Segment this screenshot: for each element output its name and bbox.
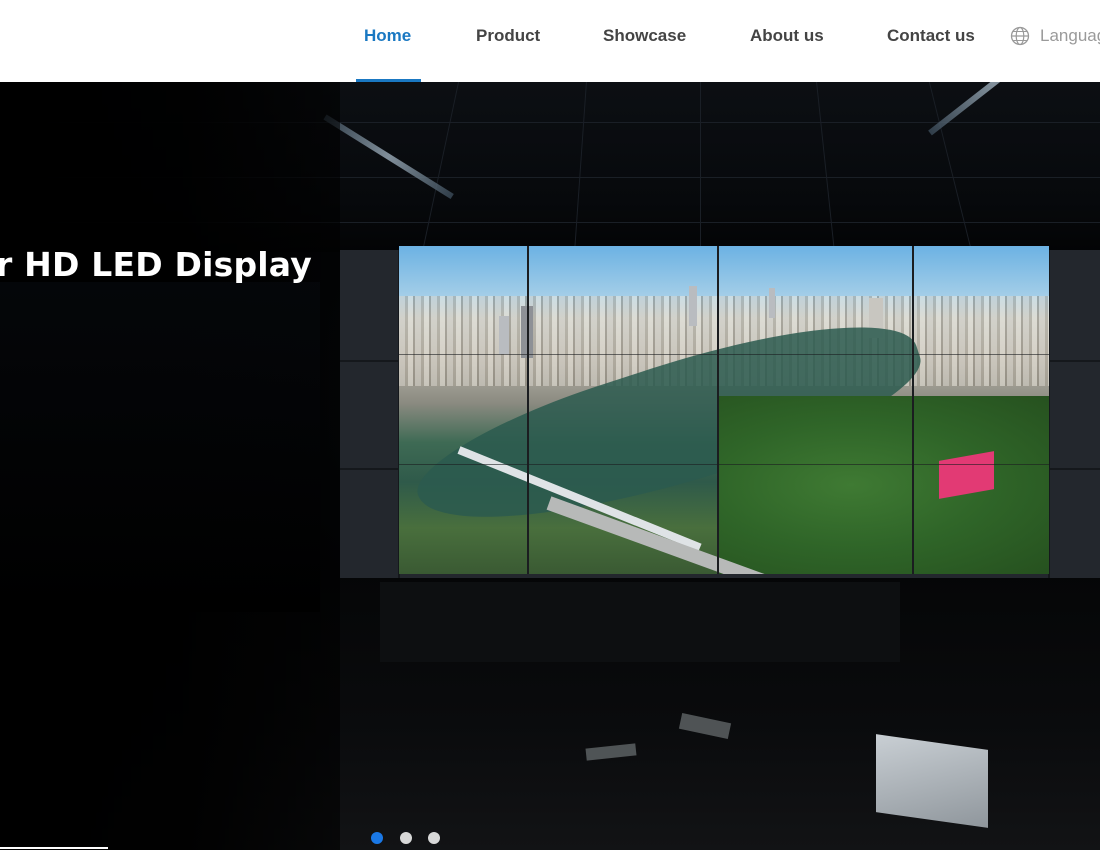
nav-contact-us[interactable]: Contact us (887, 0, 975, 82)
carousel-dot-3[interactable] (428, 832, 440, 844)
carousel-dot-1[interactable] (371, 832, 383, 844)
carousel-dot-2[interactable] (400, 832, 412, 844)
nav-product[interactable]: Product (476, 0, 540, 82)
hero-box (876, 734, 988, 828)
globe-icon (1010, 26, 1030, 46)
hero-title: r HD LED Display (0, 245, 312, 284)
nav-about-us[interactable]: About us (750, 0, 824, 82)
active-nav-indicator (356, 79, 421, 82)
nav-showcase[interactable]: Showcase (603, 0, 686, 82)
main-nav: Home Product Showcase About us Contact u… (0, 0, 1100, 82)
hero-cabinet (380, 582, 900, 662)
language-label: Language (1040, 26, 1100, 45)
hero-left-panel (0, 282, 320, 612)
nav-home[interactable]: Home (364, 0, 411, 82)
hero-banner: r HD LED Display (0, 82, 1100, 850)
video-wall-screen (399, 246, 1049, 574)
slide-progress-line (0, 847, 108, 849)
site-header: Home Product Showcase About us Contact u… (0, 0, 1100, 82)
